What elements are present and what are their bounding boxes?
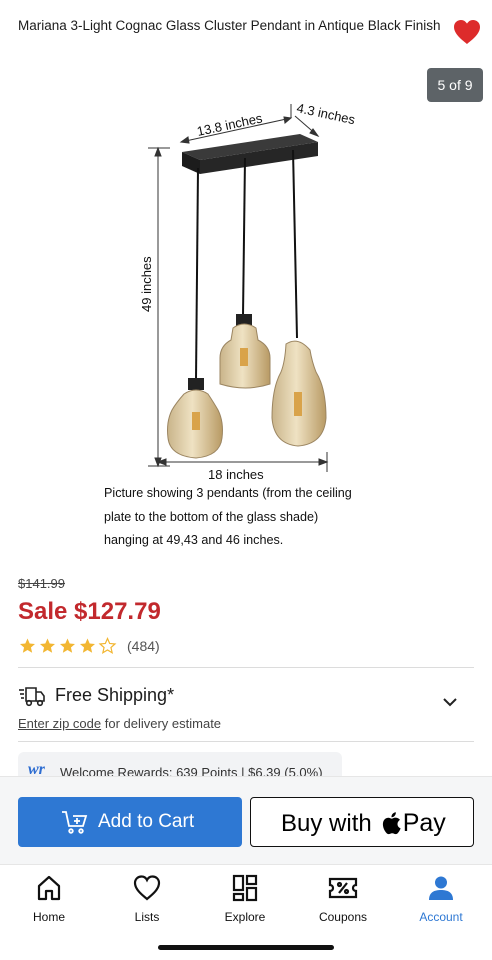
enter-zip-link[interactable]: Enter zip code xyxy=(18,716,101,731)
coupon-icon xyxy=(328,877,358,899)
dimension-label: 4.3 inches xyxy=(295,100,357,127)
caption-line: plate to the bottom of the glass shade) xyxy=(104,509,319,524)
purchase-bar: Add to Cart Buy with Pay xyxy=(0,776,492,864)
star-icon xyxy=(20,638,35,653)
tab-label: Account xyxy=(419,910,463,924)
image-counter-badge: 5 of 9 xyxy=(427,68,483,102)
free-shipping-label: Free Shipping* xyxy=(55,685,175,705)
buy-with-text: Buy with xyxy=(281,809,372,837)
tab-account[interactable]: Account xyxy=(396,873,486,933)
apple-pay-button[interactable]: Buy with Pay xyxy=(250,797,474,847)
home-indicator xyxy=(158,945,334,950)
product-image-gallery[interactable]: 13.8 inches 4.3 inches 49 inches 18 inch… xyxy=(0,58,492,566)
caption-line: Picture showing 3 pendants (from the cei… xyxy=(104,486,352,500)
tab-label: Coupons xyxy=(318,910,368,924)
product-title: Mariana 3-Light Cognac Glass Cluster Pen… xyxy=(18,18,441,33)
zip-row: Enter zip code for delivery estimate xyxy=(18,716,221,731)
tab-label: Lists xyxy=(134,910,160,924)
truck-icon xyxy=(19,687,45,707)
dimension-label: 13.8 inches xyxy=(196,110,265,139)
title-bar: Mariana 3-Light Cognac Glass Cluster Pen… xyxy=(0,0,492,58)
heart-icon[interactable] xyxy=(452,18,482,46)
tab-home[interactable]: Home xyxy=(4,873,94,933)
chevron-down-icon[interactable] xyxy=(442,696,458,708)
apple-pay-label: Buy with Pay xyxy=(281,809,446,838)
star-icon xyxy=(40,638,55,653)
divider xyxy=(18,667,474,668)
apple-icon xyxy=(382,812,401,835)
caption-line: hanging at 49,43 and 46 inches. xyxy=(104,533,284,547)
star-icon xyxy=(60,638,75,653)
original-price: $141.99 xyxy=(18,576,65,591)
pay-text: Pay xyxy=(402,809,446,837)
add-to-cart-label: Add to Cart xyxy=(98,811,195,832)
tab-coupons[interactable]: Coupons xyxy=(298,873,388,933)
heart-outline-icon xyxy=(133,875,161,901)
tab-lists[interactable]: Lists xyxy=(102,873,192,933)
review-count: (484) xyxy=(127,638,160,654)
tab-label: Home xyxy=(32,910,65,924)
star-icon xyxy=(80,638,95,653)
sale-price: Sale $127.79 xyxy=(18,598,161,625)
account-icon xyxy=(429,876,453,900)
bottom-tab-bar: Home Lists Explore Coupons Account xyxy=(0,864,492,960)
star-outline-icon xyxy=(98,637,117,654)
star-rating[interactable]: (484) xyxy=(18,636,160,656)
divider xyxy=(18,741,474,742)
dimension-label: 18 inches xyxy=(208,467,264,482)
tab-explore[interactable]: Explore xyxy=(200,873,290,933)
add-to-cart-button[interactable]: Add to Cart xyxy=(18,797,242,847)
image-caption: Picture showing 3 pendants (from the cei… xyxy=(104,482,394,553)
dimension-label: 49 inches xyxy=(139,256,154,312)
tab-label: Explore xyxy=(224,910,266,924)
grid-icon xyxy=(232,874,258,902)
home-icon xyxy=(37,875,61,901)
zip-suffix: for delivery estimate xyxy=(101,716,222,731)
shipping-row[interactable]: Free Shipping* xyxy=(18,682,474,712)
cart-icon xyxy=(62,811,88,834)
